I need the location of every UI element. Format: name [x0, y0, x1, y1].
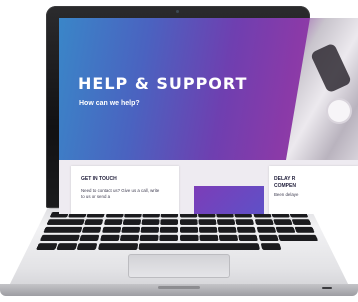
card-text: Need to contact us? Give us a call, writ…	[81, 188, 160, 199]
phone-in-hand-image	[309, 42, 353, 94]
keyboard-key	[99, 234, 120, 242]
keyboard-key	[36, 242, 58, 250]
keyboard	[36, 212, 322, 250]
keyboard-key	[238, 234, 259, 242]
keyboard-key	[122, 219, 141, 226]
keyboard-key	[291, 219, 312, 226]
keyboard-key	[160, 226, 179, 234]
keyboard-key	[121, 226, 141, 234]
keyboard-key	[101, 226, 121, 234]
keyboard-key	[275, 226, 296, 234]
page-title: HELP & SUPPORT	[78, 74, 248, 93]
keyboard-key	[198, 226, 218, 234]
card-image	[194, 186, 264, 214]
keyboard-key	[84, 219, 104, 226]
webcam-icon	[176, 10, 179, 13]
keyboard-key	[179, 226, 198, 234]
keyboard-key	[294, 226, 315, 234]
keyboard-key	[160, 219, 179, 226]
laptop: HELP & SUPPORT How can we help? GET IN T…	[0, 0, 358, 302]
laptop-lid: HELP & SUPPORT How can we help? GET IN T…	[46, 6, 358, 214]
keyboard-key	[198, 219, 217, 226]
keyboard-key	[179, 219, 198, 226]
card-heading: GET IN TOUCH	[81, 176, 117, 182]
card-text: Been delaye	[274, 192, 299, 197]
keyboard-key	[277, 234, 319, 242]
keyboard-key	[79, 234, 100, 242]
keyboard-key	[258, 234, 279, 242]
keyboard-key	[199, 234, 219, 242]
keyboard-key	[260, 242, 281, 250]
keyboard-key	[141, 219, 160, 226]
hero-photo	[286, 18, 358, 160]
keyboard-key	[97, 242, 139, 250]
keyboard-key	[82, 226, 102, 234]
keyboard-key	[256, 226, 276, 234]
keyboard-key	[159, 234, 179, 242]
card-section: GET IN TOUCH Need to contact us? Give us…	[59, 160, 358, 214]
keyboard-key	[56, 242, 78, 250]
keyboard-key	[217, 219, 236, 226]
keyboard-key	[217, 226, 237, 234]
trackpad	[128, 254, 230, 278]
hero-banner: HELP & SUPPORT How can we help?	[59, 18, 358, 160]
keyboard-key	[103, 219, 123, 226]
space-bar	[138, 242, 261, 250]
keyboard-key	[218, 234, 239, 242]
coffee-cup-image	[328, 100, 350, 122]
laptop-screen: HELP & SUPPORT How can we help? GET IN T…	[59, 18, 358, 214]
keyboard-key	[273, 219, 293, 226]
lid-notch	[158, 286, 200, 289]
keyboard-key	[43, 226, 83, 234]
sleep-indicator-light	[322, 287, 332, 289]
get-in-touch-card[interactable]: GET IN TOUCH Need to contact us? Give us…	[71, 166, 179, 214]
keyboard-key	[119, 234, 140, 242]
keyboard-key	[179, 234, 199, 242]
delay-card[interactable]: DELAY R COMPEN Been delaye	[269, 166, 358, 214]
card-heading: DELAY R COMPEN	[274, 176, 296, 189]
keyboard-key	[139, 234, 159, 242]
keyboard-key	[77, 242, 98, 250]
keyboard-key	[46, 219, 85, 226]
page-subtitle: How can we help?	[79, 100, 140, 107]
keyboard-key	[235, 219, 255, 226]
keyboard-key	[39, 234, 81, 242]
keyboard-key	[237, 226, 257, 234]
keyboard-key	[140, 226, 160, 234]
keyboard-key	[254, 219, 274, 226]
